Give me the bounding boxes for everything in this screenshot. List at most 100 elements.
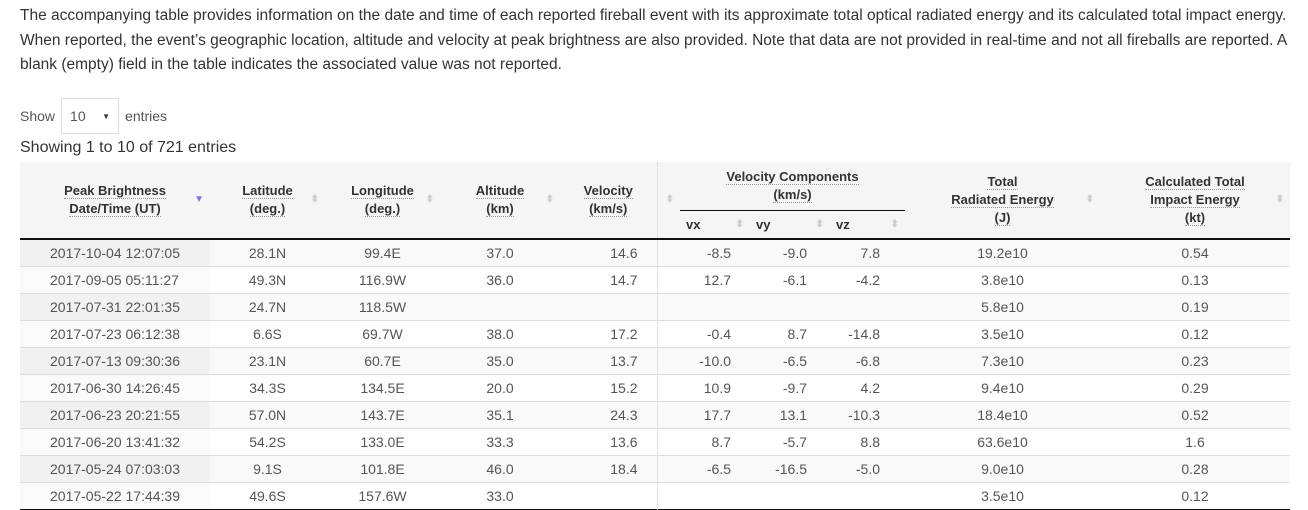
cell-radiated-energy: 3.5e10 <box>905 482 1100 510</box>
cell-velocity: 14.7 <box>560 266 657 294</box>
header-vx[interactable]: vx ⬍ <box>680 210 750 239</box>
cell-velocity <box>560 482 657 510</box>
cell-impact-energy: 0.13 <box>1100 266 1290 294</box>
spacer-cell <box>656 266 680 294</box>
sort-icon: ⬍ <box>310 194 319 205</box>
header-longitude[interactable]: Longitude (deg.) ⬍ <box>325 162 440 239</box>
cell-date: 2017-06-20 13:41:32 <box>20 428 210 456</box>
cell-date: 2017-06-23 20:21:55 <box>20 401 210 429</box>
cell-latitude: 49.3N <box>210 266 325 294</box>
cell-vx: 12.7 <box>680 266 750 294</box>
cell-velocity: 17.2 <box>560 320 657 348</box>
sort-icon: ⬍ <box>1275 194 1284 205</box>
cell-velocity: 13.7 <box>560 347 657 375</box>
header-label: Altitude <box>475 183 525 199</box>
cell-date: 2017-06-30 14:26:45 <box>20 374 210 402</box>
cell-impact-energy: 1.6 <box>1100 428 1290 456</box>
header-latitude[interactable]: Latitude (deg.) ⬍ <box>210 162 325 239</box>
header-label: Velocity Components <box>726 169 859 185</box>
cell-impact-energy: 0.52 <box>1100 401 1290 429</box>
header-label: (km/s) <box>773 187 812 203</box>
cell-date: 2017-05-22 17:44:39 <box>20 482 210 510</box>
cell-altitude: 36.0 <box>440 266 560 294</box>
cell-radiated-energy: 3.8e10 <box>905 266 1100 294</box>
cell-vy: -9.0 <box>750 238 830 267</box>
table-row: 2017-06-23 20:21:55 57.0N 143.7E 35.1 24.3 17… <box>20 401 1290 429</box>
header-label: (J) <box>994 210 1011 226</box>
header-vz[interactable]: vz ⬍ <box>830 210 905 239</box>
cell-vz: -14.8 <box>830 320 905 348</box>
cell-vx: 17.7 <box>680 401 750 429</box>
cell-altitude: 37.0 <box>440 238 560 267</box>
intro-paragraph: The accompanying table provides informat… <box>20 7 1287 73</box>
header-label: (km) <box>486 201 514 217</box>
cell-vy: -9.7 <box>750 374 830 402</box>
cell-latitude: 6.6S <box>210 320 325 348</box>
cell-velocity: 15.2 <box>560 374 657 402</box>
cell-longitude: 101.8E <box>325 455 440 483</box>
cell-date: 2017-10-04 12:07:05 <box>20 238 210 267</box>
header-label: vz <box>836 216 850 232</box>
cell-vx: -6.5 <box>680 455 750 483</box>
header-label: (deg.) <box>364 201 401 217</box>
caret-down-icon: ▼ <box>102 111 111 121</box>
header-radiated-energy[interactable]: Total Radiated Energy (J) ⬍ <box>905 162 1100 239</box>
cell-longitude: 133.0E <box>325 428 440 456</box>
cell-vz: 7.8 <box>830 238 905 267</box>
cell-altitude: 33.0 <box>440 482 560 510</box>
show-label: Show <box>20 108 56 124</box>
cell-altitude: 20.0 <box>440 374 560 402</box>
entries-label: entries <box>125 108 168 124</box>
cell-latitude: 28.1N <box>210 238 325 267</box>
cell-longitude: 99.4E <box>325 238 440 267</box>
cell-latitude: 57.0N <box>210 401 325 429</box>
sort-icon: ⬍ <box>735 218 744 230</box>
cell-impact-energy: 0.54 <box>1100 238 1290 267</box>
cell-latitude: 54.2S <box>210 428 325 456</box>
header-label: Radiated Energy <box>951 192 1054 208</box>
cell-altitude <box>440 293 560 321</box>
cell-altitude: 46.0 <box>440 455 560 483</box>
header-vy[interactable]: vy ⬍ <box>750 210 830 239</box>
table-row: 2017-09-05 05:11:27 49.3N 116.9W 36.0 14.7 12… <box>20 266 1290 294</box>
cell-longitude: 69.7W <box>325 320 440 348</box>
cell-longitude: 116.9W <box>325 266 440 294</box>
cell-vz: -4.2 <box>830 266 905 294</box>
cell-radiated-energy: 5.8e10 <box>905 293 1100 321</box>
cell-date: 2017-07-13 09:30:36 <box>20 347 210 375</box>
sort-icon: ⬍ <box>890 218 899 230</box>
header-label: Date/Time (UT) <box>69 201 161 217</box>
header-velocity-components: Velocity Components (km/s) <box>680 162 905 211</box>
cell-vy: -16.5 <box>750 455 830 483</box>
sort-desc-icon: ▼ <box>194 194 204 205</box>
spacer-cell <box>656 320 680 348</box>
spacer-cell <box>656 238 680 267</box>
cell-vz: -5.0 <box>830 455 905 483</box>
cell-date: 2017-05-24 07:03:03 <box>20 455 210 483</box>
page-length-control: Show 10 ▼ entries <box>20 98 167 134</box>
header-velocity[interactable]: Velocity (km/s) <box>560 162 657 239</box>
sort-icon: ⬍ <box>665 194 674 205</box>
sort-icon: ⬍ <box>545 194 554 205</box>
cell-velocity: 18.4 <box>560 455 657 483</box>
header-label: Peak Brightness <box>64 183 166 199</box>
header-impact-energy[interactable]: Calculated Total Impact Energy (kt) ⬍ <box>1100 162 1290 239</box>
cell-vz: -10.3 <box>830 401 905 429</box>
page-length-select[interactable]: 10 ▼ <box>61 98 120 134</box>
header-label: Latitude <box>242 183 293 199</box>
cell-radiated-energy: 7.3e10 <box>905 347 1100 375</box>
cell-longitude: 60.7E <box>325 347 440 375</box>
header-date[interactable]: Peak Brightness Date/Time (UT) ▼ <box>20 162 210 239</box>
cell-date: 2017-07-23 06:12:38 <box>20 320 210 348</box>
cell-altitude: 38.0 <box>440 320 560 348</box>
header-velocity-sort[interactable]: ⬍ <box>656 162 680 239</box>
header-label: Total <box>987 174 1018 190</box>
cell-radiated-energy: 18.4e10 <box>905 401 1100 429</box>
cell-date: 2017-09-05 05:11:27 <box>20 266 210 294</box>
cell-vx: -8.5 <box>680 238 750 267</box>
cell-longitude: 134.5E <box>325 374 440 402</box>
header-altitude[interactable]: Altitude (km) ⬍ <box>440 162 560 239</box>
cell-longitude: 157.6W <box>325 482 440 510</box>
cell-velocity: 14.6 <box>560 238 657 267</box>
cell-altitude: 35.0 <box>440 347 560 375</box>
